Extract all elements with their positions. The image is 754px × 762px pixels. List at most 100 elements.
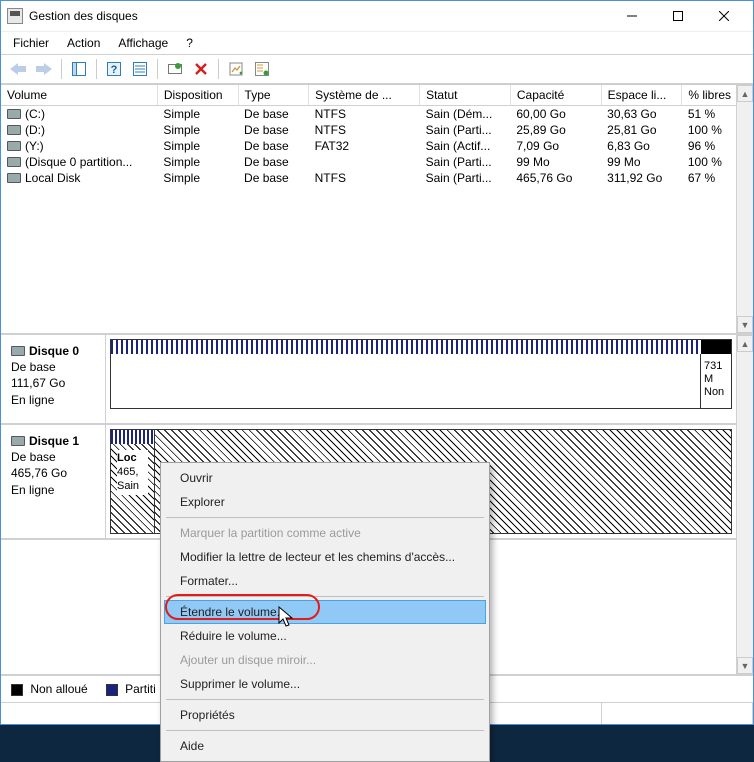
scroll-up-icon[interactable]: ▲ (737, 335, 753, 352)
minimize-button[interactable] (609, 1, 655, 31)
drive-icon (7, 125, 21, 135)
toolbar: ? (1, 54, 753, 84)
unalloc-size: 731 M (704, 360, 728, 386)
cell-fs: NTFS (309, 105, 420, 122)
cm-explore[interactable]: Explorer (164, 490, 486, 514)
menu-help[interactable]: ? (178, 34, 201, 52)
disk-row[interactable]: Disque 0 De base 111,67 Go En ligne 731 … (1, 335, 736, 425)
toolbar-properties-icon[interactable] (225, 58, 247, 80)
scroll-down-icon[interactable]: ▼ (737, 657, 753, 674)
cm-add-mirror: Ajouter un disque miroir... (164, 648, 486, 672)
cm-open[interactable]: Ouvrir (164, 466, 486, 490)
cell-type: De base (238, 122, 309, 138)
disk-size: 111,67 Go (11, 375, 99, 391)
table-header-row: Volume Disposition Type Système de ... S… (1, 85, 753, 105)
drive-icon (7, 157, 21, 167)
cm-shrink-volume[interactable]: Réduire le volume... (164, 624, 486, 648)
cell-status: Sain (Parti... (420, 122, 511, 138)
col-type[interactable]: Type (238, 85, 309, 105)
table-row[interactable]: (Y:)SimpleDe baseFAT32Sain (Actif...7,09… (1, 138, 753, 154)
volume-list-pane[interactable]: Volume Disposition Type Système de ... S… (1, 85, 753, 335)
volume-list-scrollbar[interactable]: ▲ ▼ (736, 85, 753, 333)
selected-partition-block[interactable]: Loc 465, Sain (110, 429, 155, 534)
legend-primary-label: Partiti (125, 682, 156, 696)
titlebar[interactable]: Gestion des disques (1, 1, 753, 31)
cell-disposition: Simple (157, 154, 238, 170)
menu-view[interactable]: Affichage (110, 34, 176, 52)
table-row[interactable]: (Disque 0 partition...SimpleDe baseSain … (1, 154, 753, 170)
disk-name: Disque 1 (29, 433, 79, 449)
cm-change-letter[interactable]: Modifier la lettre de lecteur et les che… (164, 545, 486, 569)
cell-fs: FAT32 (309, 138, 420, 154)
cell-disposition: Simple (157, 170, 238, 186)
volume-name: (Disque 0 partition... (25, 155, 132, 169)
partition-size: 465, (117, 466, 148, 480)
close-button[interactable] (701, 1, 747, 31)
menu-action[interactable]: Action (59, 34, 108, 52)
maximize-button[interactable] (655, 1, 701, 31)
disk0-partition-map[interactable]: 731 M Non (110, 339, 732, 409)
scroll-up-icon[interactable]: ▲ (737, 85, 753, 102)
cell-disposition: Simple (157, 105, 238, 122)
disk-state: En ligne (11, 482, 99, 498)
toolbar-refresh-icon[interactable] (164, 58, 186, 80)
unallocated-block[interactable]: 731 M Non (701, 354, 731, 408)
toolbar-list-icon[interactable] (251, 58, 273, 80)
toolbar-view-icon[interactable] (68, 58, 90, 80)
back-button-icon[interactable] (7, 58, 29, 80)
volume-name: (D:) (25, 123, 45, 137)
forward-button-icon[interactable] (33, 58, 55, 80)
volume-table: Volume Disposition Type Système de ... S… (1, 85, 753, 186)
cell-free: 30,63 Go (601, 105, 682, 122)
col-volume[interactable]: Volume (1, 85, 157, 105)
cell-capacity: 7,09 Go (510, 138, 601, 154)
cm-properties[interactable]: Propriétés (164, 703, 486, 727)
disk-info: Disque 0 De base 111,67 Go En ligne (1, 335, 106, 423)
table-row[interactable]: Local DiskSimpleDe baseNTFSSain (Parti..… (1, 170, 753, 186)
col-capacity[interactable]: Capacité (510, 85, 601, 105)
drive-icon (11, 346, 25, 356)
cm-delete-volume[interactable]: Supprimer le volume... (164, 672, 486, 696)
col-free[interactable]: Espace li... (601, 85, 682, 105)
legend-swatch-primary (106, 684, 118, 696)
toolbar-details-icon[interactable] (129, 58, 151, 80)
toolbar-delete-icon[interactable] (190, 58, 212, 80)
cm-mark-active: Marquer la partition comme active (164, 521, 486, 545)
col-fs[interactable]: Système de ... (309, 85, 420, 105)
cell-free: 25,81 Go (601, 122, 682, 138)
cell-type: De base (238, 170, 309, 186)
unalloc-label: Non (704, 386, 728, 399)
disk-size: 465,76 Go (11, 465, 99, 481)
volume-name: (C:) (25, 107, 45, 121)
cell-free: 311,92 Go (601, 170, 682, 186)
scroll-down-icon[interactable]: ▼ (737, 316, 753, 333)
col-disposition[interactable]: Disposition (157, 85, 238, 105)
cm-help[interactable]: Aide (164, 734, 486, 758)
cell-capacity: 99 Mo (510, 154, 601, 170)
volume-context-menu: Ouvrir Explorer Marquer la partition com… (160, 462, 490, 762)
legend-swatch-unallocated (11, 684, 23, 696)
table-row[interactable]: (D:)SimpleDe baseNTFSSain (Parti...25,89… (1, 122, 753, 138)
disk-state: En ligne (11, 392, 99, 408)
drive-icon (11, 436, 25, 446)
disk-basetype: De base (11, 359, 99, 375)
cell-capacity: 25,89 Go (510, 122, 601, 138)
disk-info: Disque 1 De base 465,76 Go En ligne (1, 425, 106, 538)
cell-free: 6,83 Go (601, 138, 682, 154)
drive-icon (7, 141, 21, 151)
cm-extend-volume[interactable]: Étendre le volume... (164, 600, 486, 624)
graphical-pane-scrollbar[interactable]: ▲ ▼ (736, 335, 753, 674)
cell-fs: NTFS (309, 122, 420, 138)
app-icon (7, 8, 23, 24)
cell-type: De base (238, 105, 309, 122)
svg-text:?: ? (111, 64, 118, 76)
toolbar-help-icon[interactable]: ? (103, 58, 125, 80)
col-status[interactable]: Statut (420, 85, 511, 105)
partition-status: Sain (117, 480, 148, 494)
cell-capacity: 465,76 Go (510, 170, 601, 186)
cell-disposition: Simple (157, 138, 238, 154)
drive-icon (7, 109, 21, 119)
cm-format[interactable]: Formater... (164, 569, 486, 593)
menu-file[interactable]: Fichier (5, 34, 57, 52)
table-row[interactable]: (C:)SimpleDe baseNTFSSain (Dém...60,00 G… (1, 105, 753, 122)
